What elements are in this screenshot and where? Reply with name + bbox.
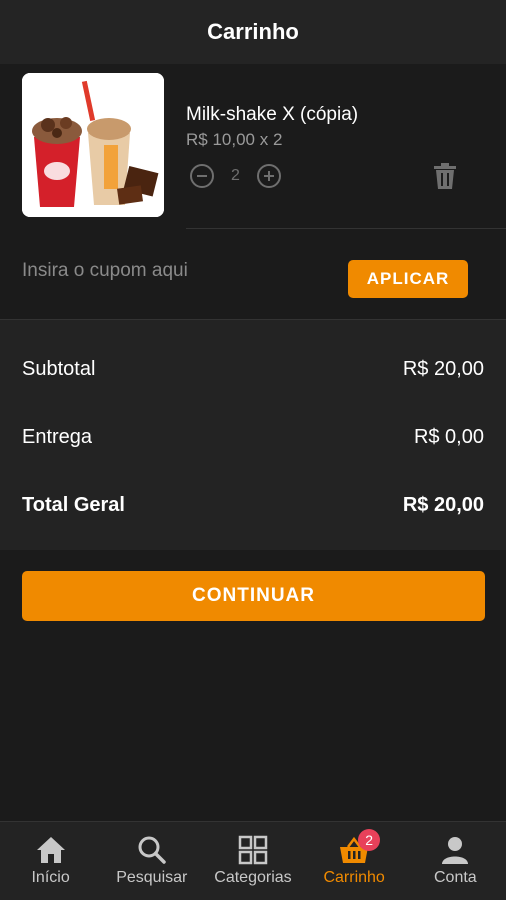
coupon-input[interactable]: [22, 260, 322, 282]
quantity-value: 2: [231, 167, 240, 184]
item-divider: [186, 228, 506, 229]
subtotal-label: Subtotal: [22, 358, 96, 380]
apply-coupon-button[interactable]: APLICAR: [348, 260, 468, 298]
minus-icon: [197, 175, 207, 177]
grand-total-row: Total Geral R$ 20,00: [22, 494, 484, 517]
plus-icon: [264, 171, 274, 181]
page-title: Carrinho: [207, 19, 299, 44]
quantity-stepper: 2: [190, 164, 281, 188]
delivery-label: Entrega: [22, 426, 93, 448]
subtotal-row: Subtotal R$ 20,00: [22, 358, 484, 381]
continue-button[interactable]: CONTINUAR: [22, 571, 485, 621]
user-icon: [442, 837, 469, 864]
increment-button[interactable]: [257, 164, 281, 188]
product-price: R$ 10,00 x 2: [186, 130, 283, 149]
tab-label: Carrinho: [323, 869, 385, 886]
product-name: Milk-shake X (cópia): [186, 104, 359, 125]
bottom-tab-bar: Início Pesquisar Categorias 2 Carrinho C…: [0, 821, 506, 900]
grid-icon: [238, 835, 268, 865]
tab-conta[interactable]: Conta: [405, 835, 505, 887]
tab-pesquisar[interactable]: Pesquisar: [102, 835, 202, 887]
trash-icon: [434, 163, 456, 189]
delivery-row: Entrega R$ 0,00: [22, 426, 484, 449]
delivery-value: R$ 0,00: [413, 426, 484, 448]
tab-label: Pesquisar: [116, 869, 188, 886]
cart-item: Milk-shake X (cópia) R$ 10,00 x 2 2: [0, 64, 506, 230]
decrement-button[interactable]: [190, 164, 214, 188]
tab-label: Início: [31, 869, 70, 886]
subtotal-value: R$ 20,00: [402, 358, 484, 380]
grand-total-label: Total Geral: [22, 494, 125, 516]
tab-label: Conta: [433, 869, 477, 886]
grand-total-value: R$ 20,00: [402, 494, 484, 516]
tab-inicio[interactable]: Início: [1, 835, 101, 887]
cart-count-badge: 2: [358, 829, 381, 851]
app-header: Carrinho: [0, 0, 506, 64]
tab-carrinho[interactable]: 2 Carrinho: [304, 829, 404, 887]
coupon-section: APLICAR: [0, 230, 506, 320]
tab-categorias[interactable]: Categorias: [203, 835, 303, 887]
home-icon: [36, 837, 65, 863]
totals-panel: Subtotal R$ 20,00 Entrega R$ 0,00 Total …: [0, 320, 506, 550]
delete-item-button[interactable]: [432, 162, 458, 195]
product-image: [22, 73, 164, 217]
search-icon: [138, 836, 166, 864]
tab-label: Categorias: [214, 869, 292, 886]
